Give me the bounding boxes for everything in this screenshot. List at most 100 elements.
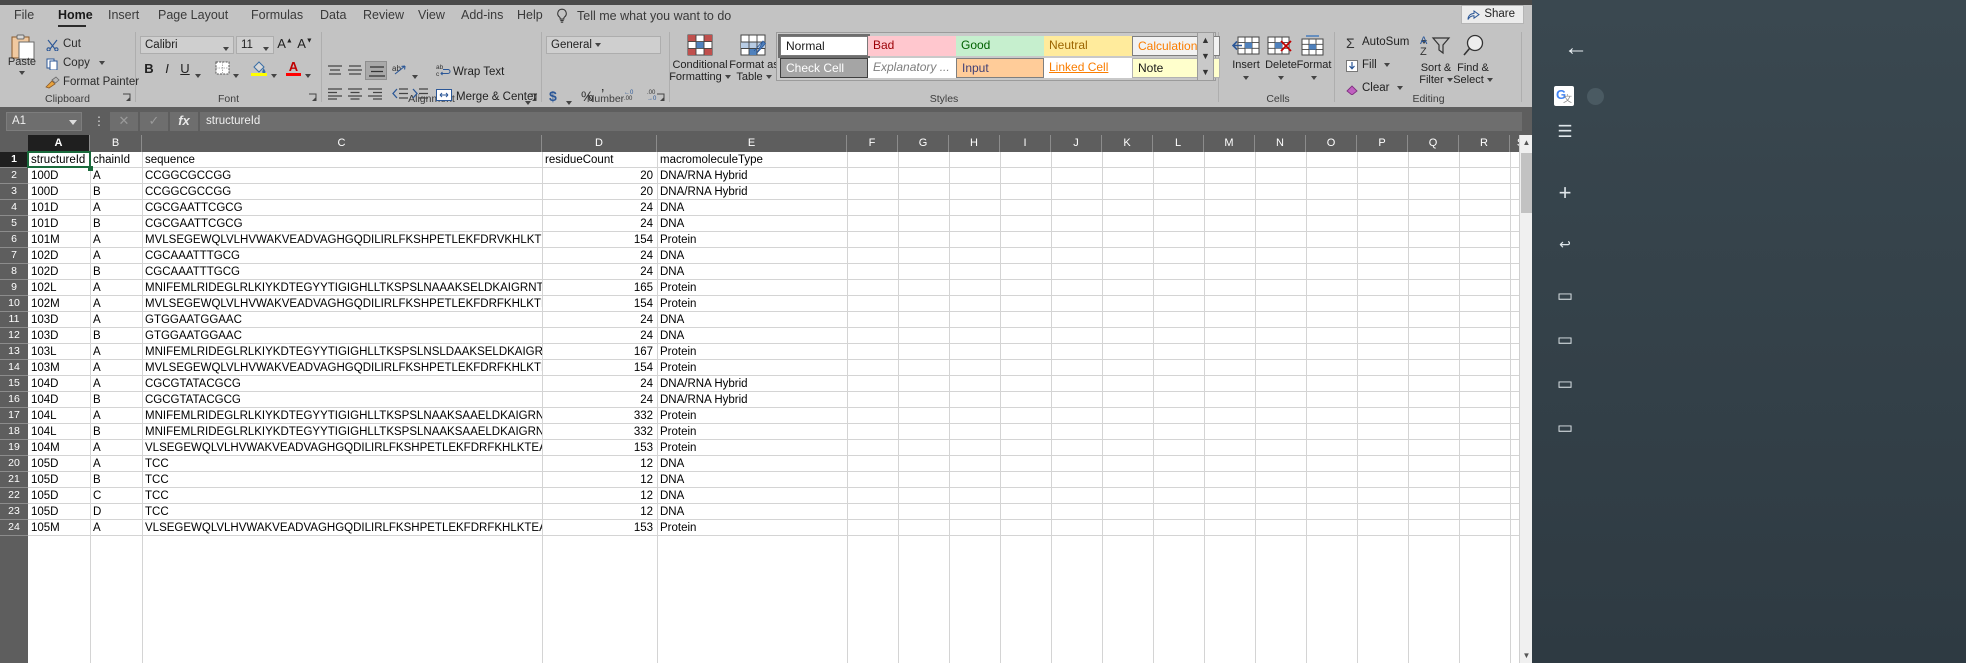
row-header-11[interactable]: 11 [0, 312, 28, 328]
format-as-table-button[interactable]: Format as Table [728, 59, 780, 83]
ribbon-tab-help[interactable]: Help [509, 5, 545, 28]
chevron-down-icon[interactable] [233, 67, 239, 85]
italic-button[interactable]: I [160, 61, 174, 76]
orientation-icon[interactable]: ab [392, 63, 409, 78]
column-header-D[interactable]: D [542, 135, 657, 152]
google-translate-icon[interactable]: G文 [1554, 86, 1574, 106]
underline-button[interactable]: U [177, 61, 193, 76]
scroll-up-icon[interactable]: ▲ [1520, 135, 1532, 150]
format-painter-button[interactable]: Format Painter [45, 76, 139, 89]
row-header-16[interactable]: 16 [0, 392, 28, 408]
cell-style-linked-cell[interactable]: Linked Cell [1044, 58, 1132, 78]
chevron-down-icon[interactable] [1396, 85, 1403, 90]
more-styles-icon[interactable]: ▼ [1198, 65, 1213, 80]
ribbon-tab-review[interactable]: Review [355, 5, 405, 28]
cancel-entry-button[interactable]: ✕ [110, 112, 138, 131]
scrollbar-thumb[interactable] [1521, 153, 1532, 213]
column-header-N[interactable]: N [1255, 135, 1306, 152]
cell-styles-gallery[interactable]: Normal Bad Good Neutral Calculation Check Cel… [776, 32, 1220, 81]
cell-style-bad[interactable]: Bad [868, 36, 956, 56]
scroll-up-icon[interactable]: ▲ [1198, 33, 1213, 48]
comment-icon[interactable]: ▭ [1554, 330, 1576, 350]
borders-icon[interactable] [215, 61, 230, 75]
chevron-down-icon[interactable] [1311, 76, 1317, 81]
increase-font-size-button[interactable]: A▲ [276, 36, 294, 51]
chevron-down-icon[interactable] [595, 39, 602, 51]
delete-cells-icon[interactable] [1267, 36, 1293, 56]
clear-button[interactable]: Clear [1346, 82, 1403, 95]
chevron-down-icon[interactable] [765, 75, 772, 80]
chevron-down-icon[interactable] [271, 67, 277, 85]
chevron-down-icon[interactable] [1243, 76, 1249, 81]
column-header-E[interactable]: E [657, 135, 847, 152]
bold-button[interactable]: B [141, 61, 157, 76]
row-header-24[interactable]: 24 [0, 520, 28, 536]
app-icon[interactable] [1587, 88, 1604, 105]
dialog-launcher-icon[interactable] [122, 93, 131, 102]
row-header-21[interactable]: 21 [0, 472, 28, 488]
row-header-15[interactable]: 15 [0, 376, 28, 392]
share-button[interactable]: Share [1461, 5, 1524, 24]
align-center-icon[interactable] [346, 87, 364, 100]
grid-cells[interactable]: structureId chainId sequence residueCount ma… [27, 151, 1532, 663]
currency-button[interactable]: $ [549, 88, 557, 104]
wrap-text-button[interactable]: Wrap Text [453, 66, 504, 78]
column-header-B[interactable]: B [90, 135, 142, 152]
chevron-down-icon[interactable] [99, 60, 106, 65]
chevron-down-icon[interactable] [1486, 78, 1493, 83]
chevron-down-icon[interactable] [263, 41, 269, 57]
percent-button[interactable]: % [581, 88, 593, 104]
chevron-down-icon[interactable] [305, 67, 311, 85]
formula-input[interactable]: structureId [200, 112, 1522, 131]
font-color-icon[interactable]: A [286, 59, 301, 76]
row-header-17[interactable]: 17 [0, 408, 28, 424]
align-top-icon[interactable] [326, 64, 344, 77]
confirm-entry-button[interactable]: ✓ [140, 112, 168, 131]
row-header-2[interactable]: 2 [0, 168, 28, 184]
chevron-down-icon[interactable] [1383, 62, 1390, 67]
row-header-22[interactable]: 22 [0, 488, 28, 504]
increase-indent-icon[interactable] [412, 87, 429, 100]
scroll-down-icon[interactable]: ▼ [1198, 49, 1213, 64]
column-header-J[interactable]: J [1051, 135, 1102, 152]
row-header-5[interactable]: 5 [0, 216, 28, 232]
align-right-icon[interactable] [366, 87, 384, 100]
cut-button[interactable]: Cut [46, 38, 81, 51]
cell-style-good[interactable]: Good [956, 36, 1044, 56]
ribbon-tab-add-ins[interactable]: Add-ins [453, 5, 505, 28]
column-header-G[interactable]: G [898, 135, 949, 152]
increase-decimal-icon[interactable]: ←0.00 [622, 88, 640, 101]
row-header-19[interactable]: 19 [0, 440, 28, 456]
row-header-10[interactable]: 10 [0, 296, 28, 312]
paste-button[interactable]: Paste [6, 56, 38, 79]
row-header-3[interactable]: 3 [0, 184, 28, 200]
chevron-down-icon[interactable] [223, 41, 229, 57]
conditional-formatting-button[interactable]: Conditional Formatting [668, 59, 732, 83]
font-size-select[interactable]: 11 [236, 36, 274, 54]
ribbon-tab-file[interactable]: File [6, 5, 44, 28]
ribbon-tab-home[interactable]: Home [50, 5, 94, 28]
column-header-F[interactable]: F [847, 135, 898, 152]
number-format-select[interactable]: General [546, 36, 661, 54]
align-left-icon[interactable] [326, 87, 344, 100]
tell-me-box[interactable]: Tell me what you want to do [577, 5, 731, 28]
column-header-K[interactable]: K [1102, 135, 1153, 152]
comment-icon[interactable]: ▭ [1554, 418, 1576, 438]
row-header-4[interactable]: 4 [0, 200, 28, 216]
decrease-decimal-icon[interactable]: .00 →0 [645, 88, 663, 101]
column-header-I[interactable]: I [1000, 135, 1051, 152]
vertical-scrollbar[interactable]: ▲ ▼ [1519, 135, 1532, 663]
row-header-9[interactable]: 9 [0, 280, 28, 296]
insert-cells-icon[interactable] [1232, 36, 1260, 56]
format-button[interactable]: Format [1294, 59, 1334, 84]
font-family-select[interactable]: Calibri [140, 36, 234, 54]
row-header-1[interactable]: 1 [0, 152, 28, 168]
conditional-formatting-icon[interactable] [687, 34, 713, 56]
comment-icon[interactable]: ▭ [1554, 286, 1576, 306]
copy-button[interactable]: Copy [46, 57, 106, 70]
name-box-splitter[interactable]: ⋮ [93, 114, 105, 128]
align-bottom-icon[interactable] [365, 61, 387, 80]
chevron-down-icon[interactable] [412, 68, 418, 86]
scroll-down-icon[interactable]: ▼ [1520, 648, 1532, 663]
row-header-8[interactable]: 8 [0, 264, 28, 280]
